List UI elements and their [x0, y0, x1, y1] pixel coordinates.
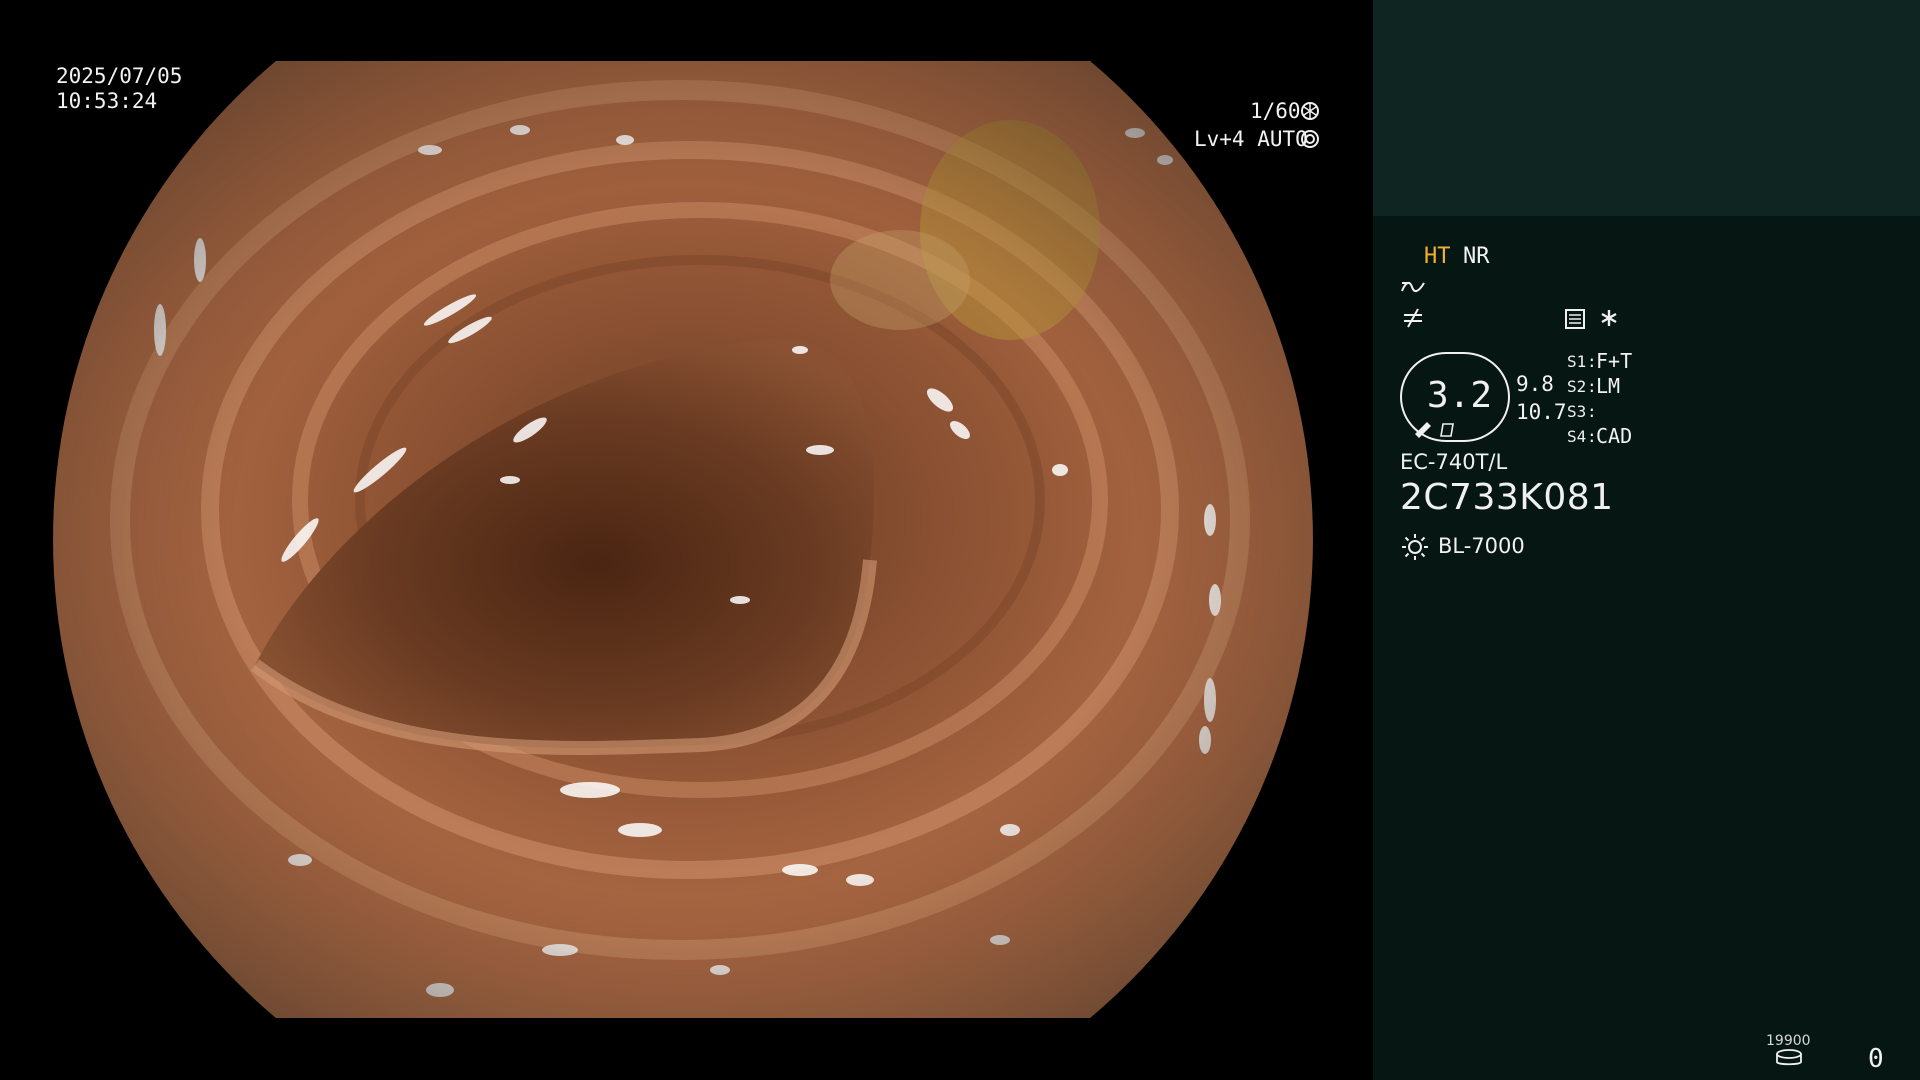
document-icon: [1564, 308, 1586, 333]
zoom-value: 3.2: [1427, 375, 1493, 416]
bracket-icon: [1440, 422, 1456, 441]
switch-s2-value: LM: [1596, 374, 1621, 398]
switch-s3-key: S3: [1567, 402, 1587, 421]
switch-s3-sep: :: [1587, 402, 1597, 421]
colon-lumen-image: [53, 61, 1313, 1018]
iris-mode-readout: Lv+4 AUTO: [1194, 127, 1308, 151]
asterisk-icon: [1600, 308, 1618, 331]
stat-a: 9.8: [1516, 372, 1554, 396]
status-panel: [1373, 216, 1920, 1080]
switch-s2-key: S2: [1567, 377, 1587, 396]
ht-indicator: HT: [1424, 244, 1451, 269]
switch-s1-key: S1: [1567, 352, 1587, 371]
stat-b: 10.7: [1516, 400, 1567, 424]
light-bulb-icon: [1400, 532, 1430, 565]
light-source: BL-7000: [1438, 534, 1525, 558]
time-readout: 10:53:24: [56, 89, 158, 113]
thumbnail-panel: [1373, 0, 1920, 216]
wave-icon: [1400, 277, 1426, 300]
storage-icon: [1775, 1049, 1803, 1070]
scope-model: EC-740T/L: [1400, 450, 1508, 474]
switch-s1-value: F+T: [1596, 349, 1633, 373]
switch-s4-key: S4: [1567, 427, 1587, 446]
counter: 0: [1868, 1044, 1884, 1074]
shutter-speed-readout: 1/60: [1250, 99, 1301, 123]
pen-icon: [1413, 418, 1435, 441]
nr-indicator: NR: [1463, 244, 1490, 269]
date-readout: 2025/07/05: [56, 64, 183, 88]
structure-enhancement-icon: [1400, 307, 1426, 332]
scope-serial: 2C733K081: [1400, 477, 1614, 518]
switch-s4-value: CAD: [1596, 424, 1633, 448]
storage-count: 19900: [1766, 1033, 1811, 1049]
endoscope-view: 2025/07/05 10:53:24 1/60 Lv+4 AUTO: [0, 0, 1372, 1080]
